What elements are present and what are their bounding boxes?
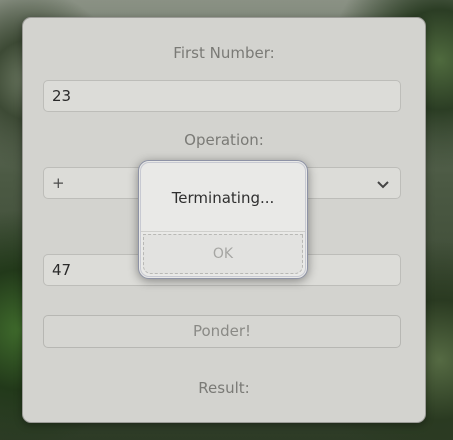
first-number-input[interactable]: 23 (43, 80, 401, 112)
dialog-message: Terminating... (171, 189, 275, 207)
chevron-down-icon (377, 181, 389, 189)
message-dialog: Terminating... OK (138, 160, 308, 279)
ponder-button[interactable]: Ponder! (43, 315, 401, 348)
ok-button[interactable]: OK (143, 234, 303, 274)
operation-selected-value: + (52, 174, 65, 192)
operation-label: Operation: (184, 131, 264, 149)
first-number-label: First Number: (173, 44, 275, 62)
result-label: Result: (198, 379, 250, 397)
dialog-divider (141, 231, 305, 232)
